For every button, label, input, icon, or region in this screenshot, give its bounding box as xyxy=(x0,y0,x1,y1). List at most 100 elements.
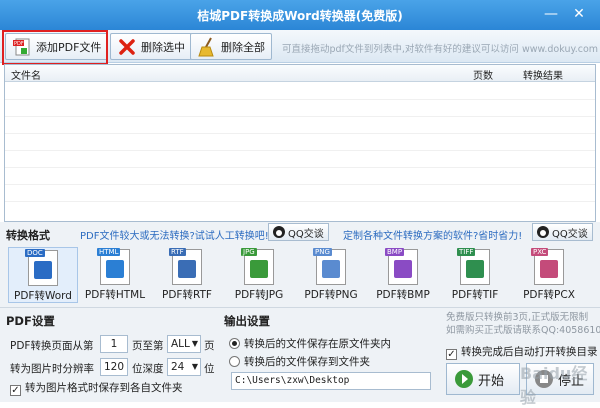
red-x-icon xyxy=(117,37,137,57)
depth-unit: 位 xyxy=(204,363,215,375)
format-label: PDF转RTF xyxy=(162,289,212,301)
format-tag: JPG xyxy=(241,248,257,256)
output-folder-radio[interactable] xyxy=(229,356,240,367)
format-label: PDF转HTML xyxy=(84,289,146,301)
chevron-down-icon: ▼ xyxy=(191,362,198,371)
minimize-button[interactable]: — xyxy=(540,4,562,24)
format-tag: HTML xyxy=(97,248,121,256)
grid-line xyxy=(5,184,595,185)
page-unit: 页 xyxy=(204,340,215,352)
pxc-file-icon: PXC xyxy=(531,248,564,285)
page-to-value: ALL xyxy=(171,338,190,350)
page-to-select[interactable]: ALL ▼ xyxy=(167,335,201,353)
pdf-settings-title: PDF设置 xyxy=(6,314,55,328)
column-result[interactable]: 转换结果 xyxy=(523,67,563,82)
output-original-radio[interactable] xyxy=(229,338,240,349)
format-option-tiff[interactable]: TIFF PDF转TIF xyxy=(440,247,510,303)
format-option-jpg[interactable]: JPG PDF转JPG xyxy=(224,247,294,303)
file-list-header: 文件名 页数 转换结果 xyxy=(5,65,595,82)
format-label: PDF转TIF xyxy=(451,289,499,301)
format-badge xyxy=(34,261,52,279)
file-list[interactable]: 文件名 页数 转换结果 xyxy=(4,64,596,222)
qq-chat-label: QQ交谈 xyxy=(288,228,324,240)
start-button[interactable]: 开始 xyxy=(446,363,520,395)
format-option-png[interactable]: PNG PDF转PNG xyxy=(296,247,366,303)
format-option-bmp[interactable]: BMP PDF转BMP xyxy=(368,247,438,303)
save-folder-checkbox[interactable]: ✓ xyxy=(10,385,21,396)
grid-line xyxy=(5,167,595,168)
qq-chat-button-1[interactable]: QQ交谈 xyxy=(268,223,329,241)
format-tag: PXC xyxy=(531,248,549,256)
depth-value: 24 xyxy=(171,361,185,373)
doc-file-icon: DOC xyxy=(25,249,58,286)
format-tag: RTF xyxy=(169,248,186,256)
open-dir-checkbox[interactable]: ✓ xyxy=(446,349,457,360)
qq-chat-button-2[interactable]: QQ交谈 xyxy=(532,223,593,241)
html-file-icon: HTML xyxy=(97,248,130,285)
bmp-file-icon: BMP xyxy=(385,248,418,285)
free-notice-line2: 如需购买正式版请联系QQ:405861095 xyxy=(446,325,600,336)
drag-hint-text: 可直接拖动pdf文件到列表中,对软件有好的建议可以访问 www.dokuy.co… xyxy=(282,44,599,55)
format-option-doc[interactable]: DOC PDF转Word xyxy=(8,247,78,303)
format-tag: TIFF xyxy=(457,248,476,256)
delete-selected-button[interactable]: 删除选中 xyxy=(110,33,192,60)
delete-all-label: 删除全部 xyxy=(221,40,265,54)
format-badge xyxy=(394,260,412,278)
save-folder-label: 转为图片格式时保存到各自文件夹 xyxy=(25,382,183,394)
chevron-down-icon: ▼ xyxy=(191,339,198,348)
manual-convert-promo[interactable]: PDF文件较大或无法转换?试试人工转换吧! xyxy=(80,227,269,242)
depth-select[interactable]: 24 ▼ xyxy=(167,358,201,376)
window-title: 桔城PDF转换成Word转换器(免费版) xyxy=(197,9,403,23)
free-version-notice: 免费版只转换前3页,正式版无限制 如需购买正式版请联系QQ:405861095 xyxy=(446,311,600,337)
rtf-file-icon: RTF xyxy=(169,248,202,285)
output-folder-option[interactable]: 转换后的文件保存到文件夹 xyxy=(229,354,370,369)
qq-penguin-icon xyxy=(537,226,549,238)
page-to-label: 页至第 xyxy=(132,340,164,352)
format-badge xyxy=(540,260,558,278)
format-badge xyxy=(250,260,268,278)
format-tag: DOC xyxy=(25,249,45,257)
format-tag: BMP xyxy=(385,248,405,256)
column-pages[interactable]: 页数 xyxy=(473,67,493,82)
format-label: PDF转Word xyxy=(14,290,72,302)
png-file-icon: PNG xyxy=(313,248,346,285)
grid-line xyxy=(5,99,595,100)
open-dir-label: 转换完成后自动打开转换目录 xyxy=(461,346,598,358)
page-from-label: PDF转换页面从第 xyxy=(10,340,94,352)
format-section-title: 转换格式 xyxy=(6,229,50,242)
format-label: PDF转PNG xyxy=(304,289,358,301)
format-badge xyxy=(178,260,196,278)
grid-line xyxy=(5,133,595,134)
format-option-rtf[interactable]: RTF PDF转RTF xyxy=(152,247,222,303)
format-label: PDF转JPG xyxy=(234,289,284,301)
resolution-label: 转为图片时分辨率 xyxy=(10,363,94,375)
page-from-input[interactable]: 1 xyxy=(100,335,128,353)
open-dir-option[interactable]: ✓ 转换完成后自动打开转换目录 xyxy=(446,344,598,360)
format-label: PDF转BMP xyxy=(376,289,430,301)
delete-selected-label: 删除选中 xyxy=(141,40,185,54)
play-icon xyxy=(455,370,473,388)
custom-software-promo[interactable]: 定制各种文件转换方案的软件?省时省力! xyxy=(343,227,522,242)
highlight-box xyxy=(2,30,108,65)
output-original-label: 转换后的文件保存在原文件夹内 xyxy=(244,338,391,350)
grid-line xyxy=(5,201,595,202)
format-option-html[interactable]: HTML PDF转HTML xyxy=(80,247,150,303)
output-folder-label: 转换后的文件保存到文件夹 xyxy=(244,356,370,368)
grid-line xyxy=(5,116,595,117)
save-folder-option[interactable]: ✓ 转为图片格式时保存到各自文件夹 xyxy=(10,380,183,396)
output-path-field[interactable]: C:\Users\zxw\Desktop xyxy=(231,372,431,390)
format-option-pxc[interactable]: PXC PDF转PCX xyxy=(514,247,584,303)
format-badge xyxy=(466,260,484,278)
start-label: 开始 xyxy=(478,373,505,389)
output-original-option[interactable]: 转换后的文件保存在原文件夹内 xyxy=(229,336,391,351)
resolution-input[interactable]: 120 xyxy=(100,358,128,376)
delete-all-button[interactable]: 删除全部 xyxy=(190,33,272,60)
free-notice-line1: 免费版只转换前3页,正式版无限制 xyxy=(446,312,589,323)
column-filename[interactable]: 文件名 xyxy=(11,67,41,82)
qq-penguin-icon xyxy=(273,226,285,238)
format-label: PDF转PCX xyxy=(523,289,575,301)
close-button[interactable]: ✕ xyxy=(568,4,590,24)
title-bar: 桔城PDF转换成Word转换器(免费版) — ✕ xyxy=(0,0,600,30)
format-badge xyxy=(322,260,340,278)
output-settings-title: 输出设置 xyxy=(224,314,270,328)
